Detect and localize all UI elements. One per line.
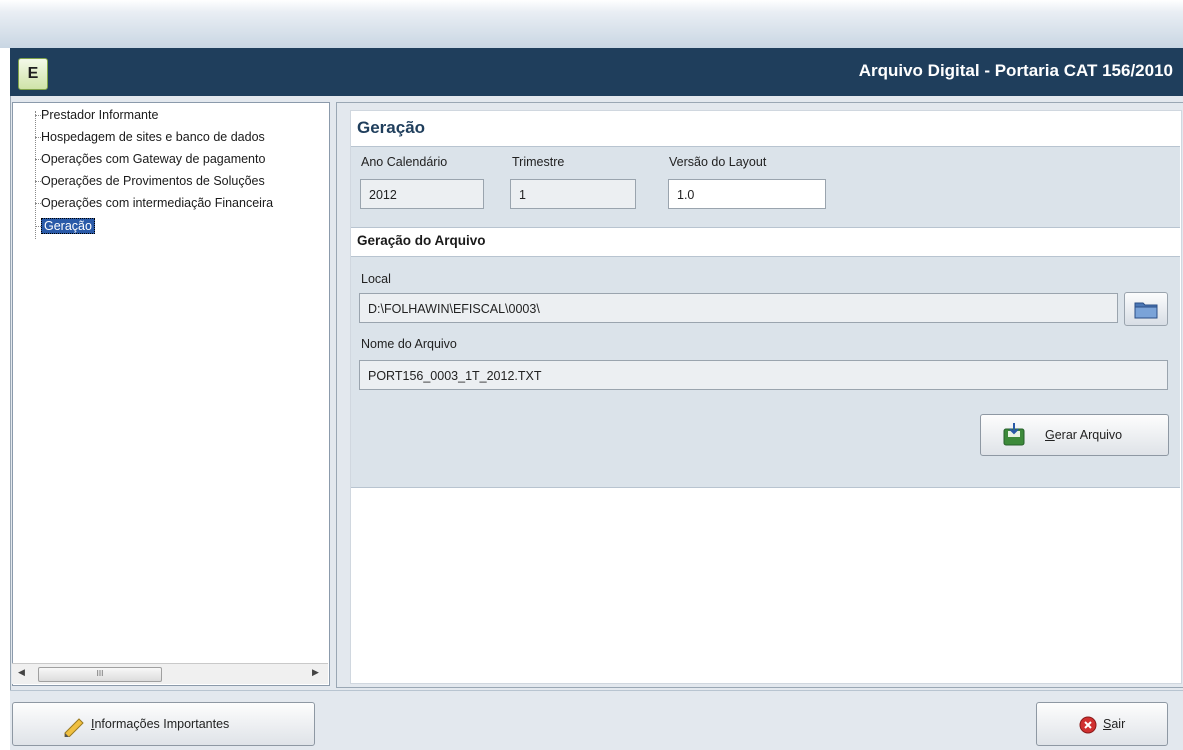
tree-item-intermediacao[interactable]: Operações com intermediação Financeira	[13, 193, 273, 213]
tree-item-hospedagem[interactable]: Hospedagem de sites e banco de dados	[13, 127, 265, 147]
tree-item-label: Operações com Gateway de pagamento	[41, 152, 266, 166]
tree-item-label: Geração	[41, 218, 95, 234]
close-icon	[1079, 716, 1097, 734]
scroll-left-arrow-icon[interactable]: ◀	[18, 667, 25, 678]
sair-button[interactable]: Sair	[1036, 702, 1168, 746]
folder-icon	[1134, 302, 1158, 319]
tree-item-prestador[interactable]: Prestador Informante	[13, 105, 158, 125]
app-logo-letter: E	[27, 65, 39, 82]
app-logo: E	[18, 58, 48, 90]
nome-arquivo-field[interactable]: PORT156_0003_1T_2012.TXT	[359, 360, 1168, 390]
nome-arquivo-label: Nome do Arquivo	[361, 337, 457, 351]
ano-calendario-label: Ano Calendário	[361, 155, 448, 169]
tree-item-label: Hospedagem de sites e banco de dados	[41, 130, 265, 144]
save-disk-icon	[1003, 423, 1025, 446]
tree-item-label: Prestador Informante	[41, 108, 159, 122]
subsection-title: Geração do Arquivo	[357, 233, 486, 248]
ano-calendario-field[interactable]: 2012	[360, 179, 484, 209]
tree-item-gateway[interactable]: Operações com Gateway de pagamento	[13, 149, 265, 169]
gerar-button-label: erar Arquivo	[1054, 428, 1123, 442]
scroll-grip: III	[96, 669, 104, 678]
navigation-tree: Prestador Informante Hospedagem de sites…	[12, 102, 330, 686]
informacoes-importantes-button[interactable]: Informações Importantes	[12, 702, 315, 746]
versao-layout-label: Versão do Layout	[669, 155, 767, 169]
sair-button-mnemonic: S	[1103, 717, 1112, 731]
tree-horizontal-scrollbar[interactable]: ◀ III ▶	[12, 663, 328, 684]
gerar-button-mnemonic: G	[1045, 428, 1055, 442]
scrollbar-thumb[interactable]: III	[38, 667, 162, 682]
sair-button-label: air	[1111, 717, 1126, 731]
browse-folder-button[interactable]	[1124, 292, 1168, 326]
tree-item-label: Operações com intermediação Financeira	[41, 196, 274, 210]
window-top-gradient	[0, 0, 1183, 48]
gerar-arquivo-button[interactable]: Gerar Arquivo	[980, 414, 1169, 456]
tree-item-provimentos[interactable]: Operações de Provimentos de Soluções	[13, 171, 265, 191]
trimestre-field[interactable]: 1	[510, 179, 636, 209]
versao-layout-field[interactable]: 1.0	[668, 179, 826, 209]
local-label: Local	[361, 272, 391, 286]
trimestre-label: Trimestre	[512, 155, 565, 169]
local-path-field[interactable]: D:\FOLHAWIN\EFISCAL\0003\	[359, 293, 1118, 323]
pencil-icon	[64, 718, 84, 737]
tree-item-geracao[interactable]: Geração	[13, 216, 95, 236]
tree-item-label: Operações de Provimentos de Soluções	[41, 174, 265, 188]
window-title: Arquivo Digital - Portaria CAT 156/2010	[858, 61, 1173, 80]
info-button-label: nformações Importantes	[94, 717, 230, 731]
section-title: Geração	[357, 118, 426, 137]
scroll-right-arrow-icon[interactable]: ▶	[312, 667, 319, 678]
